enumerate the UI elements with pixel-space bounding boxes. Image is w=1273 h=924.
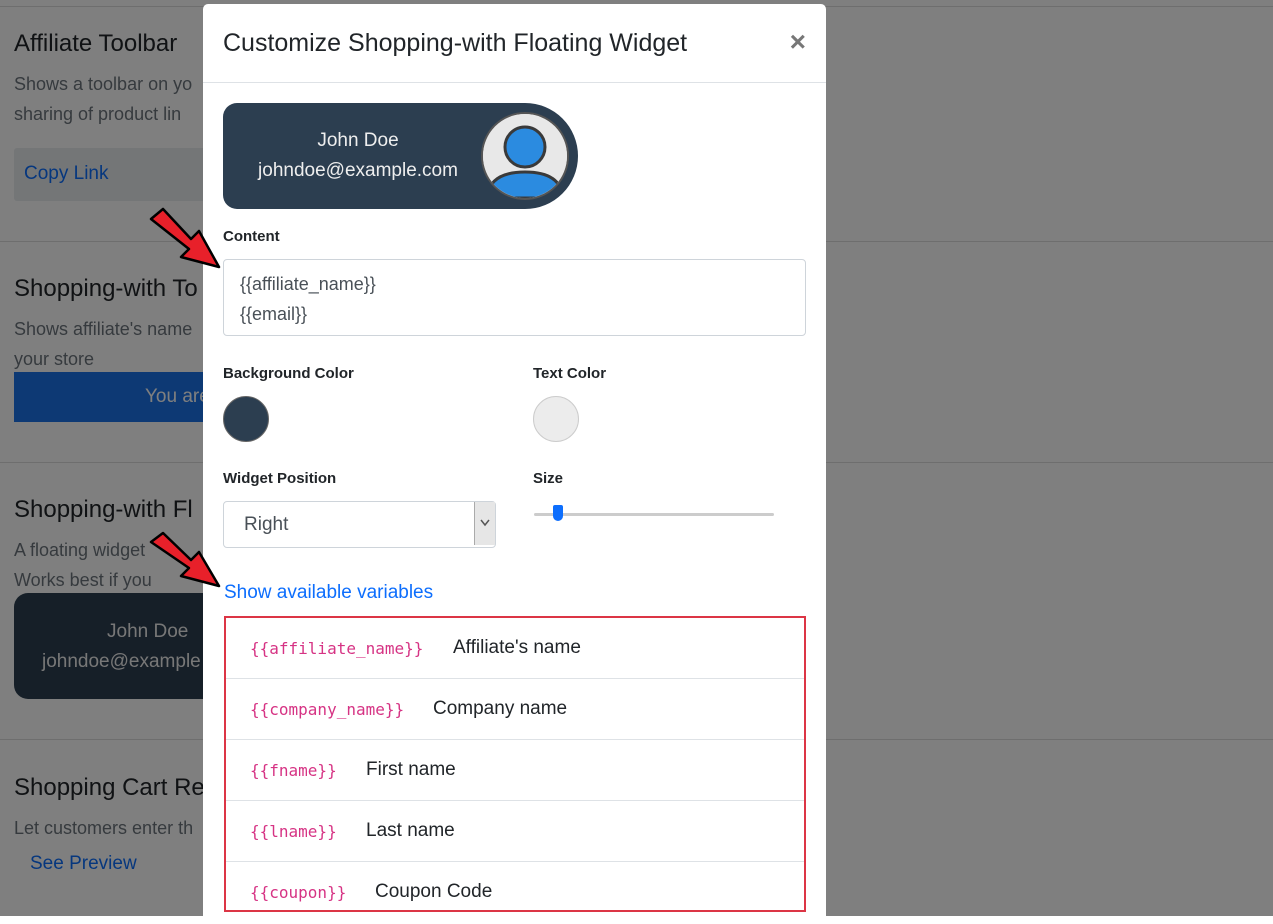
variable-code: {{company_name}} [250,700,405,719]
background-color-picker[interactable] [223,396,269,442]
variable-description: Company name [433,698,568,719]
preview-name: John Doe [317,130,399,151]
variable-code: {{lname}} [250,822,337,841]
background-color-label: Background Color [223,365,354,382]
variable-code: {{affiliate_name}} [250,639,424,658]
table-row: {{fname}} First name [226,740,804,801]
size-slider-track[interactable] [534,513,774,516]
text-color-label: Text Color [533,365,607,382]
content-textarea[interactable]: {{affiliate_name}} {{email}} [223,259,806,336]
widget-position-label: Widget Position [223,470,337,487]
variable-code: {{coupon}} [250,883,347,902]
variable-description: Last name [366,820,455,841]
variable-description: Coupon Code [375,881,493,902]
customize-widget-modal: Customize Shopping-with Floating Widget … [203,4,826,924]
content-line: {{email}} [240,304,308,324]
widget-position-select[interactable]: Right [223,501,496,548]
size-label: Size [533,470,564,487]
annotation-arrow-icon [149,207,221,269]
modal-title: Customize Shopping-with Floating Widget [223,29,688,57]
annotation-arrow-icon [149,531,221,588]
avatar-icon [481,112,569,200]
chevron-down-icon [474,502,495,545]
table-row: {{affiliate_name}} Affiliate's name [226,618,804,679]
variable-description: First name [366,759,456,780]
table-row: {{lname}} Last name [226,801,804,862]
size-slider-thumb[interactable] [553,505,563,521]
preview-email: johndoe@example.com [258,160,458,181]
content-line: {{affiliate_name}} [240,274,376,294]
show-variables-link[interactable]: Show available variables [224,582,433,604]
close-icon[interactable]: × [790,28,806,56]
text-color-picker[interactable] [533,396,579,442]
variables-table: {{affiliate_name}} Affiliate's name {{co… [224,616,806,912]
variable-description: Affiliate's name [453,637,581,658]
content-label: Content [223,228,280,245]
widget-position-value: Right [244,514,289,535]
table-row: {{company_name}} Company name [226,679,804,740]
widget-preview: John Doe johndoe@example.com [223,103,578,209]
modal-header: Customize Shopping-with Floating Widget … [203,4,826,83]
table-row: {{coupon}} Coupon Code [226,862,804,910]
variable-code: {{fname}} [250,761,337,780]
